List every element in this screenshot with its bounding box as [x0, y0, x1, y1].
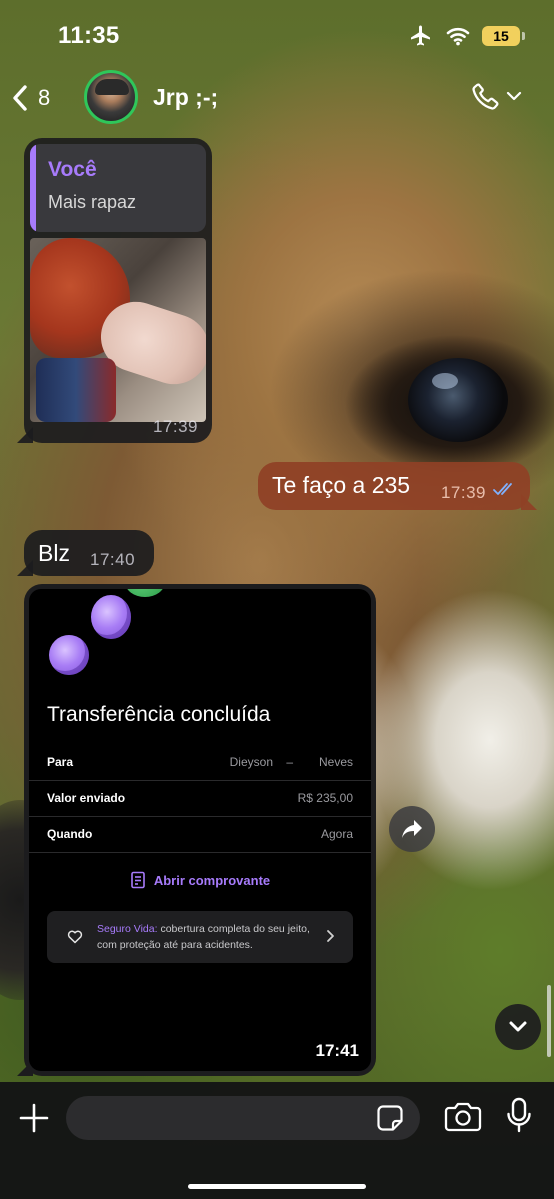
- contact-avatar[interactable]: [84, 70, 138, 124]
- share-arrow-icon: [402, 820, 422, 838]
- camera-button[interactable]: [444, 1100, 482, 1137]
- chevron-down-icon: [509, 1021, 527, 1032]
- microphone-button[interactable]: [505, 1096, 533, 1141]
- transfer-card[interactable]: Transferência concluída Para Dieyson – N…: [29, 589, 371, 1071]
- green-coin: [125, 589, 165, 597]
- open-receipt-link[interactable]: Abrir comprovante: [29, 871, 371, 889]
- media-thumbnail[interactable]: [30, 238, 206, 422]
- when-value: Agora: [320, 827, 353, 841]
- read-receipt-icon: [493, 483, 512, 495]
- thumbnail-figure-body: [36, 358, 116, 422]
- forward-button[interactable]: [389, 806, 435, 852]
- message-time: 17:39: [152, 417, 198, 436]
- unread-count: 8: [38, 85, 51, 110]
- chevron-right-icon: [327, 930, 334, 942]
- chevron-left-icon: [13, 85, 27, 111]
- message-outgoing[interactable]: Te faço a 235 17:39: [258, 462, 530, 510]
- message-input[interactable]: [66, 1096, 420, 1140]
- back-button[interactable]: 8: [10, 78, 50, 118]
- chevron-down-icon: [506, 91, 522, 101]
- message-incoming[interactable]: Blz 17:40: [24, 530, 154, 576]
- open-receipt-label: Abrir comprovante: [153, 872, 271, 888]
- purple-coin: [49, 635, 89, 675]
- battery-indicator: 15: [482, 26, 525, 46]
- recipient-last-name: Neves: [318, 755, 353, 769]
- status-bar: 11:35 15: [0, 0, 554, 68]
- transfer-title: Transferência concluída: [47, 703, 271, 726]
- quoted-message[interactable]: Você Mais rapaz: [30, 144, 206, 232]
- heart-icon: [67, 930, 83, 944]
- scroll-to-bottom-button[interactable]: [495, 1004, 541, 1050]
- status-time: 11:35: [58, 22, 120, 49]
- message-reply-video[interactable]: Você Mais rapaz 17:39: [24, 138, 212, 443]
- dog-eye-highlight: [432, 373, 458, 389]
- message-time: 17:40: [90, 550, 136, 569]
- row-label: Valor enviado: [47, 791, 126, 805]
- row-recipient: Para Dieyson – Neves: [29, 745, 371, 781]
- message-transfer-receipt[interactable]: Transferência concluída Para Dieyson – N…: [24, 584, 376, 1076]
- chat-header: 8 Jrp ;-;: [0, 68, 554, 128]
- battery-level: 15: [493, 28, 509, 44]
- row-label: Quando: [47, 827, 93, 841]
- message-time: 17:41: [315, 1041, 359, 1060]
- quote-accent-bar: [30, 144, 36, 232]
- home-indicator[interactable]: [188, 1184, 366, 1189]
- row-amount: Valor enviado R$ 235,00: [29, 781, 371, 817]
- message-text: Te faço a 235: [272, 472, 411, 498]
- recipient-separator: –: [286, 755, 293, 769]
- attach-button[interactable]: [16, 1100, 52, 1136]
- purple-coin: [91, 595, 131, 639]
- camera-icon: [444, 1102, 482, 1132]
- dog-eye: [408, 358, 508, 442]
- airplane-mode-icon: [411, 25, 430, 46]
- microphone-icon: [507, 1097, 531, 1133]
- receipt-icon: [131, 871, 145, 889]
- scrollbar[interactable]: [547, 985, 551, 1057]
- recipient-first-name: Dieyson: [229, 755, 273, 769]
- message-time: 17:39: [440, 483, 486, 502]
- row-label: Para: [47, 755, 74, 769]
- sticker-icon: [377, 1105, 403, 1131]
- wifi-icon: [446, 27, 470, 46]
- call-button[interactable]: [470, 80, 522, 112]
- sticker-button[interactable]: [376, 1104, 404, 1137]
- insurance-banner[interactable]: Seguro Vida: cobertura completa do seu j…: [47, 911, 353, 963]
- message-input-bar: [0, 1082, 554, 1199]
- insurance-text: Seguro Vida: cobertura completa do seu j…: [97, 921, 317, 953]
- status-icons: 15: [408, 24, 525, 48]
- row-when: Quando Agora: [29, 817, 371, 853]
- message-text: Blz: [38, 540, 70, 566]
- phone-icon: [472, 83, 499, 110]
- amount-value: R$ 235,00: [297, 791, 353, 805]
- quote-text: Mais rapaz: [48, 192, 137, 212]
- contact-name[interactable]: Jrp ;-;: [153, 84, 218, 111]
- quote-author: Você: [48, 158, 97, 181]
- insurance-highlight: Seguro Vida:: [97, 923, 158, 935]
- plus-icon: [19, 1103, 49, 1133]
